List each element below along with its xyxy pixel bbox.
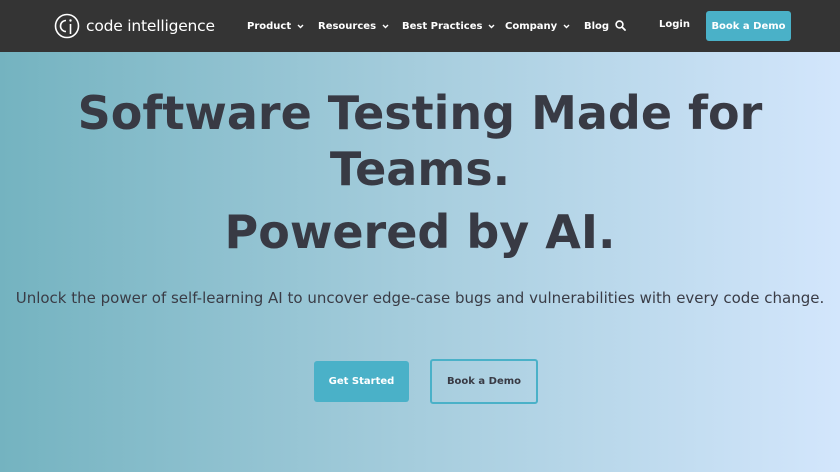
nav-item-label: Company — [505, 20, 558, 32]
login-link[interactable]: Login — [659, 19, 690, 30]
nav-item-label: Product — [247, 20, 292, 32]
hero-book-demo-button[interactable]: Book a Demo — [430, 359, 538, 404]
nav-item-label: Blog — [584, 20, 610, 32]
top-navigation-bar: code intelligence Product Resources Best… — [0, 0, 840, 52]
logo[interactable]: code intelligence — [54, 13, 215, 39]
nav-item-resources[interactable]: Resources — [318, 19, 389, 33]
nav-item-blog[interactable]: Blog — [584, 19, 609, 33]
nav-item-label: Best Practices — [402, 20, 483, 32]
nav-item-company[interactable]: Company — [505, 19, 570, 33]
hero-subtitle: Unlock the power of self-learning AI to … — [15, 289, 825, 307]
hero-headline-line-3: Powered by AI. — [224, 205, 616, 259]
hero-headline-line-1: Software Testing Made for — [77, 86, 763, 140]
chevron-down-icon — [488, 24, 495, 28]
hero-headline-line-2: Teams. — [329, 142, 511, 196]
chevron-down-icon — [382, 24, 389, 28]
search-icon[interactable] — [615, 20, 626, 31]
chevron-down-icon — [297, 24, 304, 28]
logo-text: code intelligence — [86, 17, 215, 35]
nav-item-label: Resources — [318, 20, 377, 32]
get-started-button[interactable]: Get Started — [314, 361, 409, 402]
chevron-down-icon — [563, 24, 570, 28]
nav-item-product[interactable]: Product — [247, 19, 304, 33]
nav-item-best-practices[interactable]: Best Practices — [402, 19, 495, 33]
code-intelligence-logo-icon — [54, 13, 80, 39]
nav-book-demo-button[interactable]: Book a Demo — [706, 11, 791, 41]
